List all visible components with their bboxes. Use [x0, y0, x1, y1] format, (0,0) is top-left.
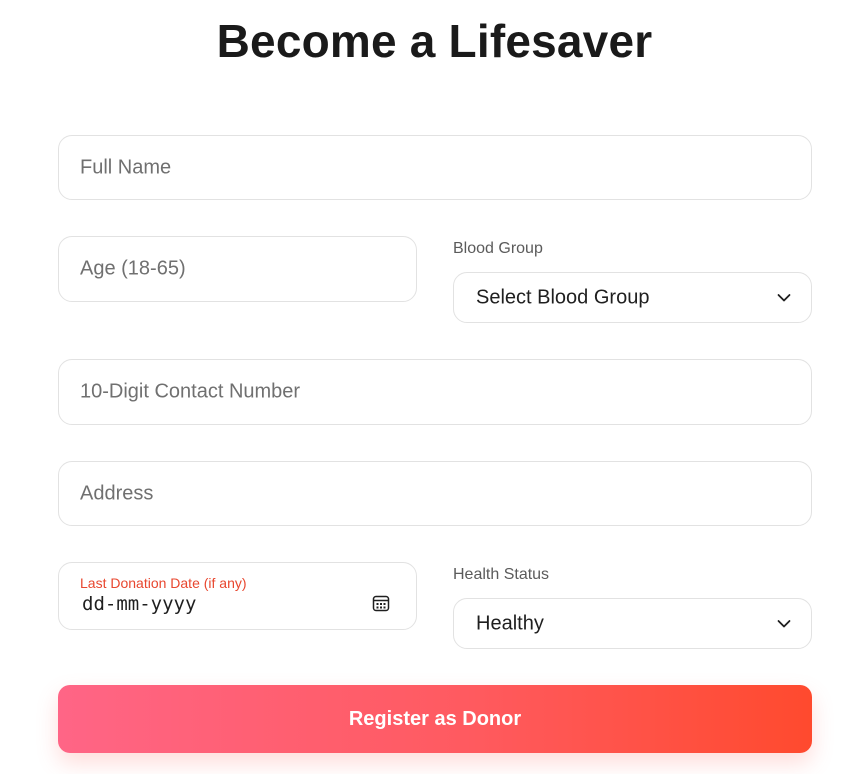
- last-donation-date-value: dd-mm-yyyy: [82, 593, 197, 615]
- last-donation-date-input[interactable]: Last Donation Date (if any) dd-mm-yyyy: [58, 562, 417, 630]
- page-title: Become a Lifesaver: [216, 15, 653, 67]
- health-status-value: Healthy: [476, 612, 544, 634]
- last-donation-date-label: Last Donation Date (if any): [80, 575, 247, 591]
- register-donor-button[interactable]: Register as Donor: [58, 685, 812, 753]
- blood-group-select[interactable]: Select Blood Group: [453, 272, 812, 323]
- calendar-icon[interactable]: [372, 594, 390, 612]
- address-placeholder: Address: [80, 482, 154, 504]
- address-input[interactable]: Address: [58, 461, 812, 526]
- contact-number-input[interactable]: 10-Digit Contact Number: [58, 359, 812, 425]
- contact-number-placeholder: 10-Digit Contact Number: [80, 380, 301, 403]
- blood-group-label: Blood Group: [453, 240, 543, 257]
- blood-group-value: Select Blood Group: [476, 286, 650, 308]
- chevron-down-icon: [777, 293, 791, 301]
- age-placeholder: Age (18-65): [80, 257, 186, 280]
- health-status-select[interactable]: Healthy: [453, 598, 812, 649]
- age-input[interactable]: Age (18-65): [58, 236, 417, 302]
- full-name-input[interactable]: Full Name: [58, 135, 812, 200]
- full-name-placeholder: Full Name: [80, 156, 172, 178]
- chevron-down-icon: [777, 619, 791, 627]
- health-status-label: Health Status: [453, 566, 550, 583]
